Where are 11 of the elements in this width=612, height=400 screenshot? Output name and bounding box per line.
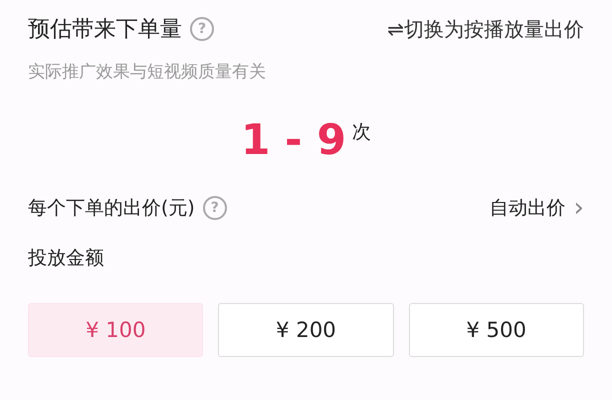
subtitle: 实际推广效果与短视频质量有关 [28,61,267,83]
estimate-range: 1 - 9 [240,119,346,161]
section-title: 预估带来下单量 [28,16,182,44]
bid-label: 每个下单的出价(元) [28,196,195,221]
bid-value[interactable]: 自动出价 [490,195,566,221]
switch-bid-link[interactable]: ⇌切换为按播放量出价 [387,16,584,42]
amount-option[interactable]: ¥ 100 [28,303,204,357]
estimate-unit: 次 [352,120,372,145]
amount-option[interactable]: ¥ 200 [218,303,394,357]
budget-label: 投放金额 [28,246,105,271]
amount-option[interactable]: ¥ 500 [408,303,584,357]
